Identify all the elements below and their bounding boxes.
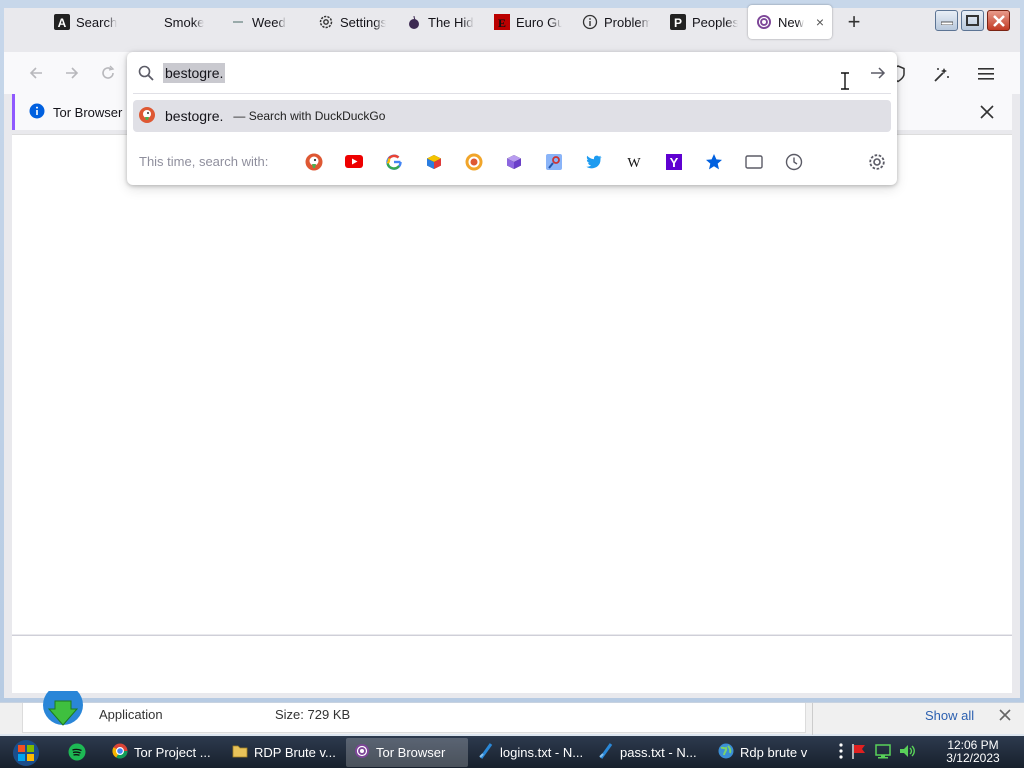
cube-purple-engine-icon[interactable] [501, 149, 527, 175]
action-center-flag-icon[interactable] [850, 742, 868, 763]
e-logo-icon: E [494, 14, 510, 30]
tab-euro-guns[interactable]: E Euro Gu [484, 5, 572, 39]
suggestion-title: bestogre. [165, 108, 224, 124]
more-vertical-icon[interactable] [838, 742, 844, 763]
download-type: Application [99, 707, 163, 722]
system-clock[interactable]: 12:06 PM 3/12/2023 [930, 739, 1016, 765]
search-engine-buttons: W Y [301, 149, 807, 175]
new-tab-button[interactable]: + [838, 6, 870, 38]
dash-icon [230, 14, 246, 30]
forward-button[interactable] [54, 57, 90, 89]
suggestion-action: — Search with DuckDuckGo [233, 109, 386, 123]
tor-icon [756, 14, 772, 30]
history-clock-icon[interactable] [781, 149, 807, 175]
taskbar-item-tor-browser[interactable]: Tor Browser [346, 738, 468, 767]
wikipedia-engine-button[interactable]: W [621, 149, 647, 175]
network-icon[interactable] [874, 742, 892, 763]
one-off-search-bar: This time, search with: W Y [127, 148, 897, 176]
download-bar: Application Size: 729 KB Show all [0, 685, 1024, 735]
onion-icon [406, 14, 422, 30]
cube-engine-icon[interactable] [421, 149, 447, 175]
search-icon [138, 65, 154, 81]
download-size: Size: 729 KB [275, 707, 351, 722]
a-logo-icon: A [54, 14, 70, 30]
gear-icon [318, 14, 334, 30]
tabs-icon[interactable] [741, 149, 767, 175]
tab-peoples[interactable]: P Peoples [660, 5, 748, 39]
tab-close-icon[interactable]: × [816, 14, 824, 30]
svg-text:W: W [627, 156, 641, 170]
google-engine-button[interactable] [381, 149, 407, 175]
svg-text:E: E [498, 16, 506, 30]
globe-icon [718, 743, 734, 762]
menu-icon[interactable] [968, 58, 1004, 90]
reload-button[interactable] [90, 57, 126, 89]
back-button[interactable] [18, 57, 54, 89]
blank-icon [142, 14, 158, 30]
taskbar-item-logins-txt[interactable]: logins.txt - N... [470, 738, 586, 767]
taskbar-item-tor-project[interactable]: Tor Project ... [104, 738, 222, 767]
search-settings-gear-icon[interactable] [867, 152, 887, 172]
one-off-label: This time, search with: [139, 154, 269, 169]
divider [133, 93, 891, 94]
taskbar-item-pass-txt[interactable]: pass.txt - N... [590, 738, 706, 767]
minimize-button[interactable] [935, 10, 958, 31]
taskbar-item-rdp-brute-web[interactable]: Rdp brute v [710, 738, 814, 767]
spotify-icon[interactable] [68, 743, 88, 761]
chrome-icon [112, 743, 128, 762]
twitter-engine-button[interactable] [581, 149, 607, 175]
youtube-engine-button[interactable] [341, 149, 367, 175]
page-content [12, 134, 1012, 634]
image-search-engine-icon[interactable] [541, 149, 567, 175]
text-cursor-icon [840, 72, 850, 90]
bottom-panel [12, 635, 1012, 693]
window-controls [935, 10, 1010, 31]
tab-the-hidden[interactable]: The Hid [396, 5, 484, 39]
taskbar-item-rdp-brute-folder[interactable]: RDP Brute v... [224, 738, 342, 767]
svg-text:Y: Y [670, 155, 679, 170]
tab-new-tab[interactable]: New × [748, 5, 832, 39]
duckduckgo-icon [139, 106, 155, 126]
urlbar-popup: bestogre. bestogre. — Search with DuckDu… [127, 52, 897, 185]
taskbar: Tor Project ... RDP Brute v... Tor Brows… [0, 736, 1024, 768]
maximize-button[interactable] [961, 10, 984, 31]
folder-icon [232, 743, 248, 762]
tab-problem[interactable]: Problem [572, 5, 660, 39]
info-icon [582, 14, 598, 30]
notepad-icon [598, 743, 614, 762]
tab-strip: A Search Smoke Weed Settings The Hid E E… [44, 4, 870, 40]
urlbar[interactable]: bestogre. [127, 52, 897, 94]
start-button[interactable] [8, 739, 44, 767]
notepad-icon [478, 743, 494, 762]
svg-text:P: P [674, 16, 682, 30]
urlbar-input[interactable]: bestogre. [163, 63, 226, 83]
toolbar-right [880, 58, 1004, 90]
download-item[interactable]: Application Size: 729 KB [22, 685, 806, 733]
tab-settings[interactable]: Settings [308, 5, 396, 39]
volume-icon[interactable] [898, 742, 916, 763]
svg-text:A: A [58, 16, 67, 30]
duckduckgo-engine-button[interactable] [301, 149, 327, 175]
info-icon [29, 103, 45, 122]
search-suggestion[interactable]: bestogre. — Search with DuckDuckGo [133, 100, 891, 132]
bookmarks-star-icon[interactable] [701, 149, 727, 175]
new-identity-icon[interactable] [924, 58, 960, 90]
tab-weed[interactable]: Weed [220, 5, 308, 39]
close-icon[interactable] [978, 103, 996, 121]
clock-date: 3/12/2023 [946, 751, 1000, 765]
show-all-link[interactable]: Show all [925, 708, 974, 723]
tor-icon [354, 743, 370, 762]
tab-search[interactable]: A Search [44, 5, 132, 39]
close-window-button[interactable] [987, 10, 1010, 31]
duckduckgo-onion-engine-button[interactable] [461, 149, 487, 175]
system-tray [838, 742, 916, 763]
go-arrow-icon[interactable] [869, 64, 887, 82]
yahoo-engine-button[interactable]: Y [661, 149, 687, 175]
p-logo-icon: P [670, 14, 686, 30]
divider [812, 703, 813, 735]
close-icon[interactable] [998, 708, 1012, 722]
tab-smoke[interactable]: Smoke [132, 5, 220, 39]
notification-text: Tor Browser [53, 104, 123, 120]
installer-icon [41, 685, 85, 727]
